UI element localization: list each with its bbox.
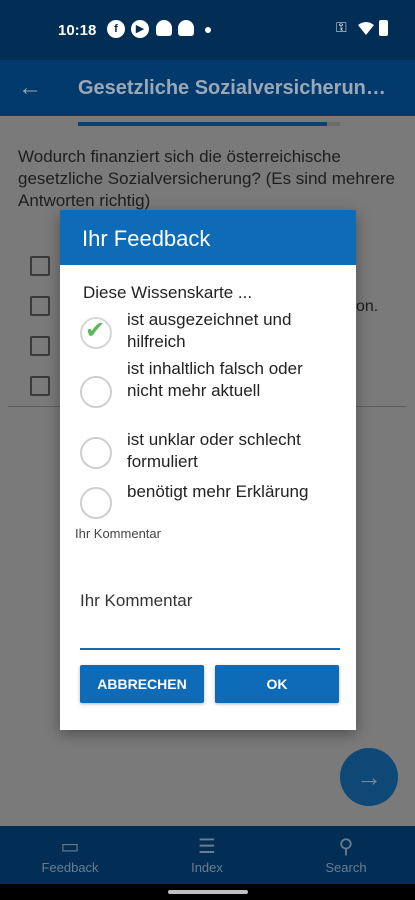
feedback-dialog: Ihr Feedback Diese Wissenskarte ... ✔ is… [60,210,356,730]
progress-fill [78,122,327,126]
checkbox[interactable] [30,256,50,276]
play-icon: ▶ [131,20,149,38]
arrow-right-icon: → [356,762,382,792]
dot-icon [205,27,211,33]
list-icon: ☰ [198,836,216,858]
next-button[interactable]: → [340,748,398,806]
status-time: 10:18 [58,22,97,39]
checkmark-icon: ✔ [85,317,106,344]
option-label[interactable]: ist ausgezeichnet und hilfreich [127,309,327,353]
dialog-header: Ihr Feedback [60,210,356,265]
comment-label: Ihr Kommentar [75,526,161,541]
search-icon: ⚲ [338,836,354,858]
radio-wrong[interactable] [80,376,112,408]
nav-item-search[interactable]: ⚲ Search [286,826,406,884]
comment-underline [80,648,340,650]
bottom-navigation: ▭ Feedback ☰ Index ⚲ Search [0,826,415,884]
dialog-subtitle: Diese Wissenskarte ... [83,283,253,302]
page-title: Gesetzliche Sozialversicherung… [78,77,398,99]
answer-option-text: on. [356,298,379,315]
radio-unclear[interactable] [80,437,112,469]
battery-icon [379,20,388,36]
nav-item-index[interactable]: ☰ Index [147,826,267,884]
android-icon [178,20,194,36]
checkbox[interactable] [30,336,50,356]
checkbox[interactable] [30,296,50,316]
status-bar: 10:18 f ▶ ⚿ [0,0,415,60]
option-label[interactable]: ist unklar oder schlecht formuliert [127,429,327,473]
checkbox[interactable] [30,376,50,396]
option-label[interactable]: ist inhaltlich falsch oder nicht mehr ak… [127,358,327,402]
home-indicator[interactable] [168,890,248,894]
comment-input[interactable]: Ihr Kommentar [80,591,192,611]
key-icon: ⚿ [336,19,347,35]
app-bar: ← Gesetzliche Sozialversicherung… [0,60,415,116]
facebook-icon: f [107,20,125,38]
radio-more-explanation[interactable] [80,487,112,519]
ok-button[interactable]: OK [215,665,339,703]
gesture-bar [0,884,415,900]
nav-item-feedback[interactable]: ▭ Feedback [10,826,130,884]
chat-icon: ▭ [60,836,80,858]
arrow-left-icon[interactable]: ← [18,74,42,102]
cancel-button[interactable]: ABBRECHEN [80,665,204,703]
option-label[interactable]: benötigt mehr Erklärung [127,481,327,503]
nav-label: Feedback [41,860,99,875]
progress-bar [78,122,340,126]
nav-label: Index [191,860,223,875]
wifi-icon [358,22,374,35]
question-text: Wodurch finanziert sich die österreichis… [18,147,396,210]
android-icon [156,20,172,36]
radio-excellent[interactable]: ✔ [80,317,112,349]
nav-label: Search [325,860,367,875]
dialog-title: Ihr Feedback [82,226,211,251]
